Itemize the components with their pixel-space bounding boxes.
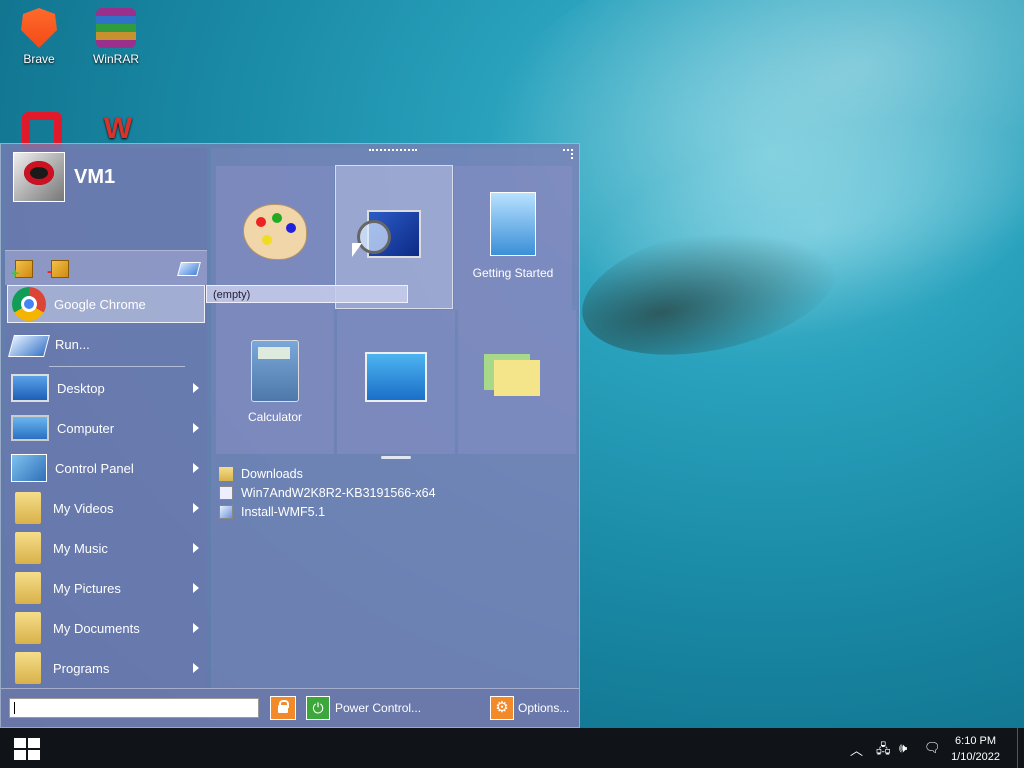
- tile-page-indicator[interactable]: [381, 456, 411, 459]
- tile-label: Getting Started: [472, 266, 554, 280]
- tile-sticky-notes[interactable]: [458, 310, 576, 454]
- submenu-arrow-icon: [193, 503, 199, 513]
- menu-item-label: My Pictures: [53, 580, 121, 596]
- calculator-icon: [251, 340, 299, 402]
- network-icon[interactable]: 🖧: [876, 740, 891, 762]
- magnifier-icon: [357, 210, 421, 258]
- user-name: VM1: [74, 166, 116, 188]
- sticky-notes-icon: [494, 360, 540, 396]
- tile-calculator[interactable]: Calculator: [216, 310, 334, 454]
- windows-start-button[interactable]: [14, 738, 40, 760]
- corner-grip-icon[interactable]: [563, 149, 573, 159]
- show-desktop-button[interactable]: [1017, 728, 1024, 768]
- brave-browser-icon: [21, 8, 57, 48]
- desktop-icon: [11, 374, 49, 402]
- submenu-arrow-icon: [193, 583, 199, 593]
- getting-started-icon: [490, 192, 536, 256]
- run-icon: [8, 335, 50, 357]
- desktop-icon-brave[interactable]: Brave: [3, 8, 75, 66]
- submenu-arrow-icon: [193, 423, 199, 433]
- add-pin-icon[interactable]: [11, 260, 33, 281]
- menu-item-programs[interactable]: Programs: [7, 649, 205, 687]
- chrome-icon: [12, 287, 46, 321]
- tile-getting-started[interactable]: Getting Started: [454, 166, 572, 310]
- menu-item-label: Run...: [55, 336, 90, 352]
- recent-item-label: Install-WMF5.1: [241, 505, 326, 519]
- submenu-arrow-icon: [193, 383, 199, 393]
- pin-toolbar: [5, 250, 207, 285]
- recent-item-downloads[interactable]: Downloads: [219, 467, 303, 481]
- recent-item-kb3191566[interactable]: Win7AndW2K8R2-KB3191566-x64: [219, 486, 436, 500]
- lock-button[interactable]: [270, 696, 296, 720]
- recent-item-install-wmf[interactable]: Install-WMF5.1: [219, 505, 325, 519]
- menu-item-label: Computer: [57, 420, 115, 436]
- menu-item-label: My Documents: [53, 620, 140, 636]
- menu-item-label: Control Panel: [55, 460, 134, 476]
- menu-item-computer[interactable]: Computer: [7, 409, 205, 447]
- submenu-arrow-icon: [193, 623, 199, 633]
- menu-item-label: My Music: [53, 540, 108, 556]
- clock-date: 1/10/2022: [951, 751, 1000, 763]
- power-control-label[interactable]: Power Control...: [335, 701, 421, 715]
- paint-palette-icon: [243, 204, 307, 260]
- menu-item-control-panel[interactable]: Control Panel: [7, 449, 205, 487]
- programs-folder-icon: [15, 652, 41, 684]
- search-input[interactable]: [9, 698, 259, 718]
- desktop-icon-label: WinRAR: [92, 52, 139, 66]
- options-label[interactable]: Options...: [518, 701, 569, 715]
- menu-item-my-videos[interactable]: My Videos: [7, 489, 205, 527]
- mouse-cursor-icon: [352, 243, 362, 257]
- menu-item-label: Google Chrome: [54, 296, 146, 312]
- tile-display[interactable]: [337, 310, 455, 454]
- videos-folder-icon: [15, 492, 41, 524]
- winrar-icon: [96, 8, 136, 48]
- menu-divider: [49, 366, 185, 367]
- recent-item-label: Downloads: [241, 467, 303, 481]
- music-folder-icon: [15, 532, 41, 564]
- menu-item-my-documents[interactable]: My Documents: [7, 609, 205, 647]
- menu-item-my-pictures[interactable]: My Pictures: [7, 569, 205, 607]
- script-icon: [219, 505, 233, 519]
- computer-icon: [11, 415, 49, 441]
- tooltip: (empty): [206, 285, 408, 303]
- user-avatar[interactable]: [13, 152, 65, 202]
- menu-item-desktop[interactable]: Desktop: [7, 369, 205, 407]
- control-panel-icon: [11, 454, 47, 482]
- clock-time: 6:10 PM: [955, 735, 997, 747]
- recent-item-label: Win7AndW2K8R2-KB3191566-x64: [241, 486, 436, 500]
- menu-item-label: My Videos: [53, 500, 114, 516]
- notification-icon[interactable]: 🗨: [924, 740, 941, 756]
- power-button[interactable]: ⏻: [306, 696, 330, 720]
- remove-pin-icon[interactable]: [47, 260, 69, 281]
- menu-item-run[interactable]: Run...: [7, 325, 205, 363]
- folder-icon: [219, 467, 233, 481]
- clock[interactable]: 6:10 PM 1/10/2022: [951, 733, 1000, 765]
- start-menu: VM1 Google Chrome Run... Desktop Compute…: [0, 143, 580, 728]
- documents-folder-icon: [15, 612, 41, 644]
- menu-item-label: Programs: [53, 660, 110, 676]
- submenu-arrow-icon: [193, 463, 199, 473]
- desktop-icon-winrar[interactable]: WinRAR: [80, 8, 152, 66]
- pictures-folder-icon: [15, 572, 41, 604]
- resize-grip[interactable]: [369, 149, 417, 155]
- desktop-icon-label: Brave: [23, 52, 55, 66]
- tray-chevron-icon[interactable]: ︿: [850, 740, 863, 759]
- run-toolbar-icon[interactable]: [177, 262, 201, 276]
- menu-item-my-music[interactable]: My Music: [7, 529, 205, 567]
- display-settings-icon: [365, 352, 427, 402]
- start-menu-bottom-bar: ⏻ Power Control... ⚙ Options...: [1, 688, 579, 727]
- text-caret: [14, 702, 15, 714]
- volume-icon[interactable]: 🕪: [899, 740, 907, 756]
- taskbar: ︿ 🖧 🕪 🗨 6:10 PM 1/10/2022: [0, 728, 1024, 768]
- submenu-arrow-icon: [193, 543, 199, 553]
- submenu-arrow-icon: [193, 663, 199, 673]
- options-gear-icon[interactable]: ⚙: [490, 696, 514, 720]
- menu-item-google-chrome[interactable]: Google Chrome: [7, 285, 205, 323]
- menu-item-label: Desktop: [57, 380, 105, 396]
- tile-label: Calculator: [247, 410, 303, 424]
- file-icon: [219, 486, 233, 500]
